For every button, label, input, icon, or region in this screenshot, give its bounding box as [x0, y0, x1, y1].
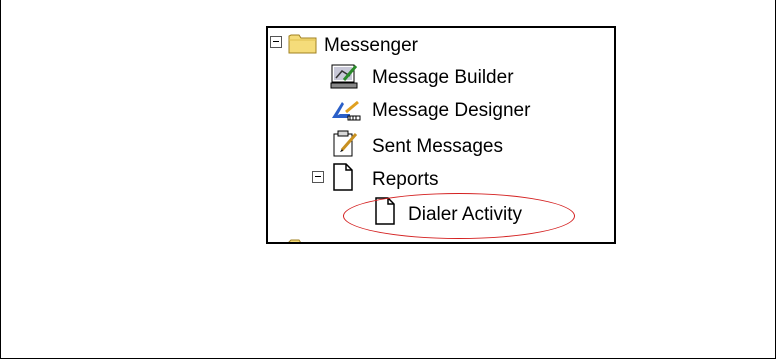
tree-item-sent-messages[interactable]: Sent Messages	[372, 131, 503, 161]
folder-icon	[288, 234, 318, 242]
tree-item-label: Messenger	[324, 34, 418, 56]
tree-item-reports[interactable]: Reports	[372, 164, 439, 194]
tree-item-label: Dialer Activity	[408, 203, 523, 225]
sent-messages-icon	[332, 130, 360, 163]
tree-item-label: Reports	[372, 168, 439, 190]
tree-item-messenger[interactable]: Messenger	[324, 30, 418, 60]
tree-item-label: Message Designer	[372, 99, 531, 121]
tree-item-message-builder[interactable]: Message Builder	[372, 62, 514, 92]
tree-panel: Messenger Message Builder Message Design…	[266, 26, 616, 244]
message-builder-icon	[330, 62, 360, 95]
message-designer-icon	[330, 98, 362, 127]
tree-item-message-designer[interactable]: Message Designer	[372, 95, 530, 125]
tree-item-label: Sent Messages	[372, 135, 503, 157]
folder-icon	[288, 31, 318, 60]
collapse-toggle-reports[interactable]	[312, 171, 324, 183]
collapse-toggle-messenger[interactable]	[270, 36, 282, 48]
tree-item-label: Message Builder	[372, 66, 514, 88]
document-icon	[332, 163, 354, 196]
tree-item-dialer-activity[interactable]: Dialer Activity	[408, 199, 522, 229]
document-icon	[374, 197, 396, 230]
